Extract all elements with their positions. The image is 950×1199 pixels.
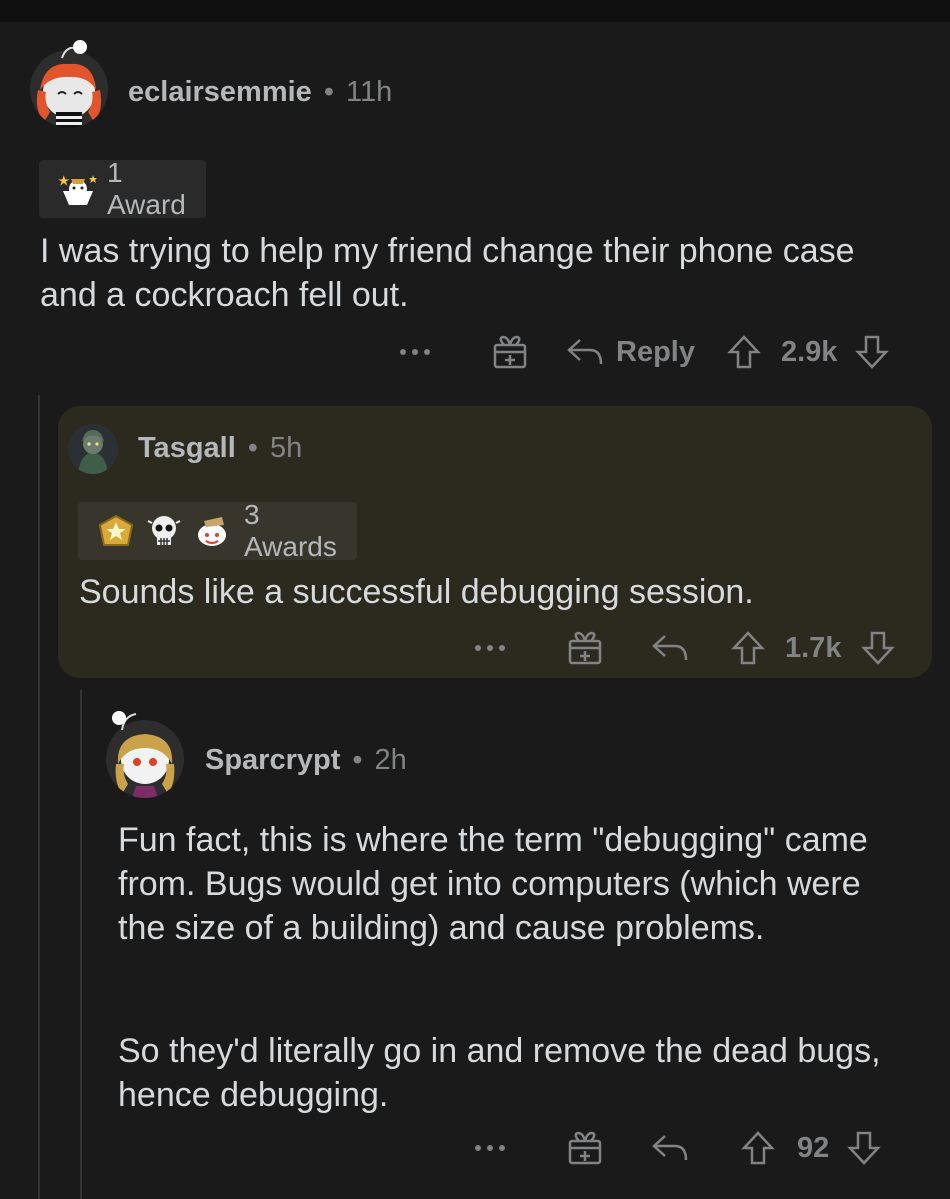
downvote-arrow-icon — [855, 335, 890, 369]
username[interactable]: eclairsemmie — [128, 76, 312, 109]
comment-actions: 1.7k — [473, 626, 896, 670]
downvote-arrow-icon — [847, 1131, 882, 1165]
upvote-arrow-icon — [741, 1131, 775, 1165]
comment-paragraph-2: So they'd literally go in and remove the… — [118, 1032, 881, 1114]
reply-label: Reply — [616, 335, 695, 368]
skull-award-icon — [144, 513, 184, 549]
vote-score: 1.7k — [785, 631, 842, 664]
timestamp: 11h — [345, 75, 393, 108]
upvote-button[interactable] — [741, 1130, 775, 1166]
award-icon — [57, 171, 99, 207]
separator: • — [352, 743, 363, 776]
reply-button[interactable]: Reply — [566, 336, 695, 369]
reply-button[interactable] — [651, 1133, 689, 1163]
more-options-icon[interactable] — [473, 1144, 507, 1152]
comment-body: I was trying to help my friend change th… — [40, 232, 855, 314]
award-icon — [96, 513, 136, 549]
separator: • — [323, 75, 334, 108]
reply-arrow-icon — [652, 635, 688, 661]
awards-label: 1 Award — [107, 157, 186, 220]
comment-meta: eclairsemmie • 11h — [128, 74, 392, 110]
awards-badge[interactable]: 1 Award — [39, 157, 206, 220]
separator: • — [247, 431, 258, 464]
upvote-button[interactable] — [731, 630, 765, 666]
reply-button[interactable] — [651, 633, 689, 663]
username[interactable]: Tasgall — [138, 432, 236, 465]
upvote-arrow-icon — [731, 631, 765, 665]
gift-award-icon[interactable] — [492, 334, 528, 370]
more-options-icon[interactable] — [398, 348, 432, 356]
comment-meta: Tasgall • 5h — [138, 430, 302, 466]
comment-body: Sounds like a successful debugging sessi… — [79, 573, 754, 611]
avatar[interactable] — [68, 424, 118, 474]
upvote-arrow-icon — [727, 335, 761, 369]
reply-arrow-icon — [567, 339, 603, 365]
antenna-icon — [112, 711, 137, 731]
gift-award-icon[interactable] — [567, 630, 603, 666]
more-options-icon[interactable] — [473, 644, 507, 652]
comment-meta: Sparcrypt • 2h — [205, 742, 407, 778]
comment-actions: 92 — [473, 1126, 882, 1170]
timestamp: 2h — [374, 743, 407, 776]
downvote-button[interactable] — [861, 630, 896, 666]
reply-arrow-icon — [652, 1135, 688, 1161]
downvote-button[interactable] — [855, 334, 890, 370]
downvote-arrow-icon — [861, 631, 896, 665]
antenna-icon — [61, 40, 87, 59]
username[interactable]: Sparcrypt — [205, 744, 340, 777]
top-bar — [0, 0, 950, 22]
vote-score: 92 — [797, 1131, 830, 1164]
snoo-award-icon — [192, 513, 232, 549]
comment-paragraph-1: Fun fact, this is where the term "debugg… — [118, 821, 868, 947]
upvote-button[interactable] — [727, 334, 761, 370]
timestamp: 5h — [269, 431, 303, 464]
thread-line-2[interactable] — [80, 690, 82, 1199]
avatar[interactable] — [30, 50, 108, 128]
downvote-button[interactable] — [847, 1130, 882, 1166]
awards-label: 3 Awards — [244, 499, 337, 562]
comment-actions: Reply 2.9k — [398, 330, 890, 374]
vote-score: 2.9k — [780, 335, 838, 368]
gift-award-icon[interactable] — [567, 1130, 603, 1166]
awards-badge[interactable]: 3 Awards — [78, 499, 357, 562]
thread-line-1[interactable] — [38, 395, 40, 1199]
